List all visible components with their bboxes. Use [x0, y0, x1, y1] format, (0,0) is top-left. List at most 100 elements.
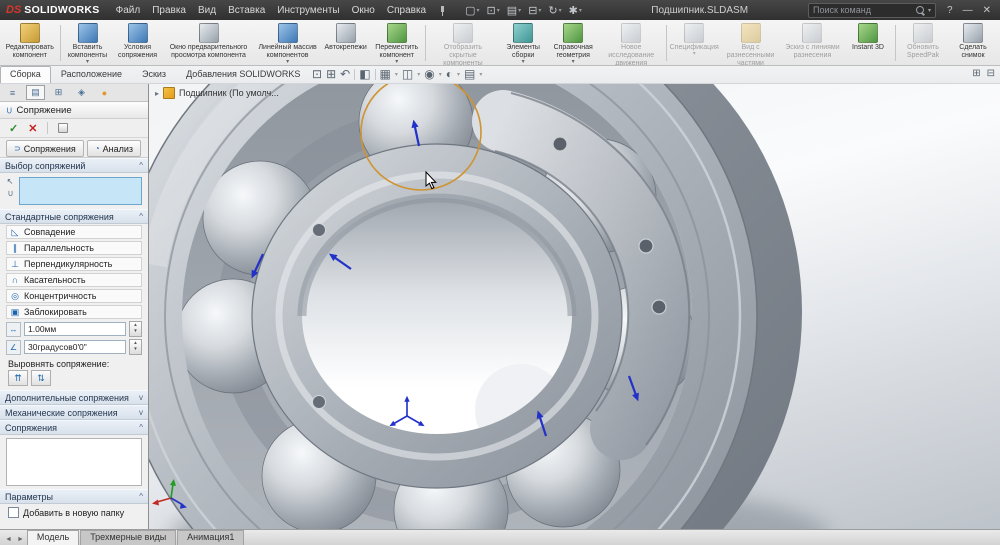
dimxpertmanager-tab-icon[interactable]: ◈	[72, 85, 91, 100]
displaymanager-tab-icon[interactable]: ●	[95, 85, 114, 100]
mate-parallel[interactable]: ∥ Параллельность	[6, 241, 142, 255]
ribbon-new-motion-study[interactable]: Новое исследование движения	[598, 21, 664, 65]
mate-concentric[interactable]: ◎ Концентричность	[6, 289, 142, 303]
configurationmanager-tab-icon[interactable]: ⊞	[49, 85, 68, 100]
mate-selection-box[interactable]	[19, 177, 142, 205]
zoom-fit-icon[interactable]: ⊡	[312, 67, 322, 81]
dropdown-caret-icon[interactable]: ▾	[417, 71, 420, 78]
menu-view[interactable]: Вид	[192, 3, 222, 18]
dropdown-caret-icon[interactable]: ▾	[457, 71, 460, 78]
section-advanced-mates[interactable]: Дополнительные сопряжения v	[0, 390, 148, 405]
ribbon-instant3d[interactable]: Instant 3D	[843, 21, 893, 65]
keep-visible-pin-icon[interactable]	[58, 123, 69, 133]
tab-scroll-left-icon[interactable]: ◄	[3, 536, 14, 545]
mates-list[interactable]	[6, 438, 142, 486]
distance-input[interactable]: 1.00мм	[24, 322, 126, 336]
menu-window[interactable]: Окно	[346, 3, 381, 18]
view-orientation-icon[interactable]: ▦	[380, 67, 391, 81]
ribbon-insert-components[interactable]: Вставить компоненты ▾	[63, 21, 113, 65]
spin-down-icon[interactable]: ▼	[130, 328, 141, 334]
tab-analysis[interactable]: ◔ Анализ	[86, 140, 141, 157]
print-button[interactable]: ⊟ ▾	[528, 4, 541, 17]
dropdown-caret-icon[interactable]: ▾	[86, 59, 89, 65]
distance-stepper[interactable]: ▲ ▼	[129, 321, 142, 337]
propertymanager-tab-icon[interactable]: ▤	[26, 85, 45, 100]
menu-help[interactable]: Справка	[381, 3, 432, 18]
ribbon-show-hidden-components[interactable]: Отобразить скрытые компоненты	[428, 21, 498, 65]
dropdown-caret-icon[interactable]: ▾	[395, 71, 398, 78]
ribbon-edit-component[interactable]: Редактировать компонент	[2, 21, 58, 65]
close-button[interactable]: ✕	[978, 4, 996, 17]
mate-tangent[interactable]: ∩ Касательность	[6, 273, 142, 287]
graphics-viewport[interactable]: ▸ Подшипник (По умолч...	[149, 84, 1000, 529]
tab-3d-views[interactable]: Трехмерные виды	[80, 530, 177, 545]
ribbon-component-preview-window[interactable]: Окно предварительного просмотра компонен…	[163, 21, 255, 65]
ribbon-explode-line-sketch[interactable]: Эскиз с линиями разнесения	[782, 21, 843, 65]
ribbon-take-snapshot[interactable]: Сделать снимок	[948, 21, 998, 65]
tab-assembly[interactable]: Сборка	[0, 66, 51, 83]
tab-layout[interactable]: Расположение	[51, 66, 132, 83]
section-mechanical-mates[interactable]: Механические сопряжения v	[0, 405, 148, 420]
edit-appearance-icon[interactable]: ◐	[446, 67, 453, 81]
angle-stepper[interactable]: ▲ ▼	[129, 339, 142, 355]
ribbon-mate[interactable]: Условия сопряжения	[113, 21, 163, 65]
open-button[interactable]: ⊡ ▾	[487, 4, 500, 17]
dropdown-caret-icon[interactable]: ▾	[439, 71, 442, 78]
search-caret-icon[interactable]: ▾	[928, 7, 931, 14]
tab-mates[interactable]: ⊃ Сопряжения	[6, 140, 84, 157]
pushpin-icon[interactable]	[438, 5, 447, 16]
ribbon-move-component[interactable]: Переместить компонент ▾	[371, 21, 423, 65]
ribbon-exploded-view[interactable]: Вид с разнесенными частями	[719, 21, 782, 65]
mate-perpendicular[interactable]: ⊥ Перпендикулярность	[6, 257, 142, 271]
featuremanager-tab-icon[interactable]: ≡	[3, 85, 22, 100]
section-mates-list[interactable]: Сопряжения ^	[0, 420, 148, 435]
section-options[interactable]: Параметры ^	[0, 489, 148, 504]
spin-down-icon[interactable]: ▼	[130, 346, 141, 352]
previous-view-icon[interactable]: ↶	[340, 67, 350, 81]
dropdown-caret-icon[interactable]: ▾	[522, 59, 525, 65]
ribbon-update-speedpak[interactable]: Обновить SpeedPak	[898, 21, 948, 65]
ribbon-linear-component-pattern[interactable]: Линейный массив компонентов ▾	[255, 21, 321, 65]
menu-edit[interactable]: Правка	[146, 3, 192, 18]
apply-scene-icon[interactable]: ▤	[464, 67, 475, 81]
ribbon-bill-of-materials[interactable]: Спецификация ▾	[669, 21, 719, 65]
dropdown-caret-icon[interactable]: ▾	[693, 51, 696, 57]
dropdown-caret-icon[interactable]: ▾	[479, 71, 482, 78]
display-style-icon[interactable]: ◫	[402, 67, 413, 81]
section-view-icon[interactable]: ◧	[359, 67, 370, 81]
cancel-button[interactable]: ✕	[28, 122, 37, 135]
ribbon-reference-geometry[interactable]: Справочная геометрия ▾	[548, 21, 598, 65]
section-standard-mates[interactable]: Стандартные сопряжения ^	[0, 209, 148, 224]
tab-scroll-right-icon[interactable]: ►	[15, 536, 26, 545]
ok-button[interactable]: ✓	[9, 122, 18, 135]
dropdown-caret-icon[interactable]: ▾	[395, 59, 398, 65]
tab-animation1[interactable]: Анимация1	[177, 530, 245, 545]
collapse-pane-icon[interactable]: ⊟	[987, 68, 995, 79]
minimize-button[interactable]: —	[958, 4, 978, 17]
menu-tools[interactable]: Инструменты	[271, 3, 345, 18]
anti-aligned-button[interactable]: ⇅	[31, 370, 51, 386]
options-button[interactable]: ✱ ▾	[569, 4, 582, 17]
command-search-box[interactable]: Поиск команд ▾	[808, 2, 937, 18]
mate-lock[interactable]: ▣ Заблокировать	[6, 305, 142, 319]
help-button[interactable]: ?	[942, 4, 958, 17]
ribbon-smart-fasteners[interactable]: Автокрепежи	[321, 21, 371, 65]
viewport-breadcrumb[interactable]: ▸ Подшипник (По умолч...	[155, 87, 279, 99]
section-mate-selections[interactable]: Выбор сопряжений ^	[0, 158, 148, 173]
rebuild-button[interactable]: ↻ ▾	[548, 4, 561, 17]
angle-input[interactable]: 30градусов0'0"	[24, 340, 126, 354]
add-to-new-folder-checkbox[interactable]	[8, 507, 19, 518]
tab-solidworks-addins[interactable]: Добавления SOLIDWORKS	[176, 66, 310, 83]
new-document-button[interactable]: ▢ ▾	[465, 4, 479, 17]
zoom-area-icon[interactable]: ⊞	[326, 67, 336, 81]
menu-file[interactable]: Файл	[110, 3, 147, 18]
menu-insert[interactable]: Вставка	[222, 3, 271, 18]
split-pane-icon[interactable]: ⊞	[972, 68, 980, 79]
ribbon-assembly-features[interactable]: Элементы сборки ▾	[498, 21, 548, 65]
tab-model[interactable]: Модель	[26, 530, 80, 545]
dropdown-caret-icon[interactable]: ▾	[572, 59, 575, 65]
tab-sketch[interactable]: Эскиз	[132, 66, 176, 83]
hide-show-items-icon[interactable]: ◉	[424, 67, 434, 81]
save-button[interactable]: ▤ ▾	[507, 4, 521, 17]
aligned-button[interactable]: ⇈	[8, 370, 28, 386]
